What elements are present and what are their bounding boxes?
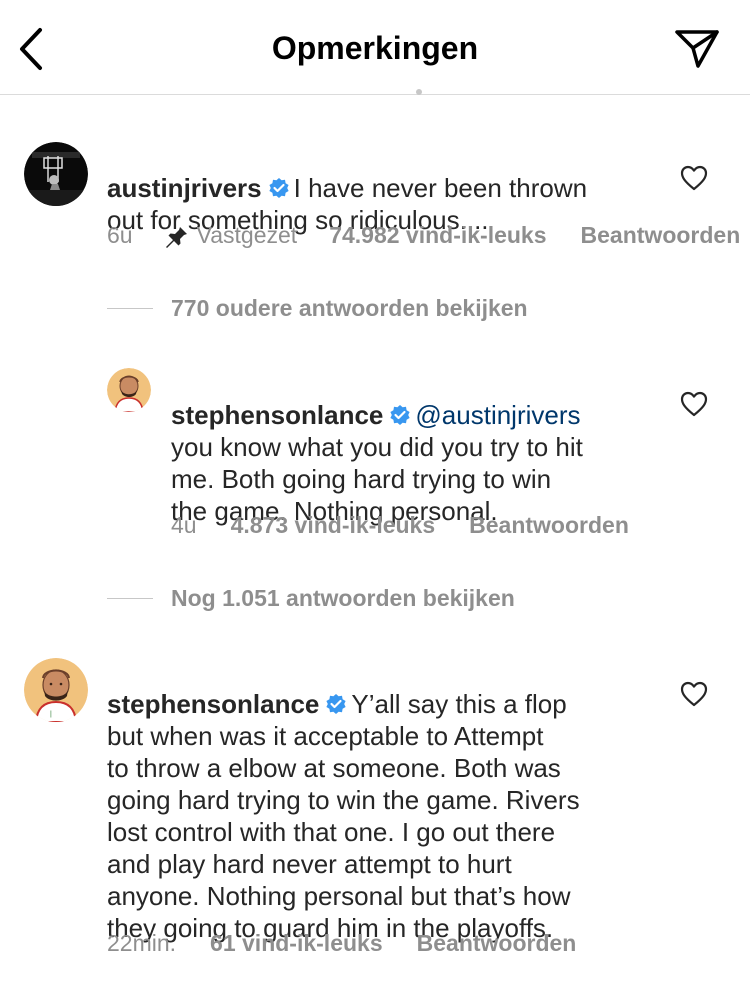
mention-link[interactable]: @austinjrivers: [415, 400, 580, 430]
like-button[interactable]: [680, 165, 708, 191]
comment-body: stephensonlance @austinjrivers you know w…: [171, 367, 671, 527]
comment-username[interactable]: stephensonlance: [171, 400, 383, 430]
avatar-image: [24, 142, 88, 206]
heart-icon: [680, 681, 708, 707]
pin-icon: [165, 224, 187, 248]
comment-time: 22min.: [107, 930, 177, 956]
verified-badge-icon: [268, 174, 290, 198]
view-replies-button[interactable]: 770 oudere antwoorden bekijken: [107, 295, 528, 322]
divider-line: [107, 308, 153, 309]
reply-button[interactable]: Beantwoorden: [417, 930, 577, 957]
share-button[interactable]: [674, 28, 720, 70]
heart-icon: [680, 391, 708, 417]
avatar[interactable]: |: [24, 658, 88, 722]
verified-badge-icon: [389, 401, 411, 425]
view-more-replies-button[interactable]: Nog 1.051 antwoorden bekijken: [107, 585, 515, 612]
comment-meta: 6u Vastgezet 74.982 vind-ik-leuks Beantw…: [107, 222, 740, 249]
comment-username[interactable]: austinjrivers: [107, 173, 262, 203]
scroll-indicator: [416, 89, 422, 95]
like-button[interactable]: [680, 681, 708, 707]
comment-username[interactable]: stephensonlance: [107, 689, 319, 719]
comment-time: 6u: [107, 222, 133, 248]
svg-text:|: |: [50, 711, 52, 718]
avatar-image: [107, 368, 151, 412]
view-replies-label: 770 oudere antwoorden bekijken: [171, 295, 528, 321]
view-replies-label: Nog 1.051 antwoorden bekijken: [171, 585, 515, 611]
comment-time: 4u: [171, 512, 197, 538]
page-title: Opmerkingen: [271, 30, 479, 66]
comment-meta: 22min. 61 vind-ik-leuks Beantwoorden: [107, 930, 576, 957]
heart-icon: [680, 165, 708, 191]
likes-count[interactable]: 4.873 vind-ik-leuks: [231, 512, 436, 539]
comment-meta: 4u 4.873 vind-ik-leuks Beantwoorden: [171, 512, 629, 539]
comments-screen: Opmerkingen austinjrivers I have never b…: [0, 0, 750, 984]
likes-count[interactable]: 61 vind-ik-leuks: [210, 930, 383, 957]
header: Opmerkingen: [0, 0, 750, 95]
comment-body: stephensonlance Y’all say this a flop but…: [107, 656, 677, 944]
comment-text: Y’all say this a flop but when was it ac…: [107, 689, 580, 943]
avatar-image: |: [24, 658, 88, 722]
avatar[interactable]: [24, 142, 88, 206]
divider-line: [107, 598, 153, 599]
paper-plane-icon: [675, 30, 719, 68]
likes-count[interactable]: 74.982 vind-ik-leuks: [329, 222, 546, 249]
pinned-label: Vastgezet: [196, 222, 298, 248]
avatar[interactable]: [107, 368, 151, 412]
reply-button[interactable]: Beantwoorden: [581, 222, 741, 249]
like-button[interactable]: [680, 391, 708, 417]
reply-button[interactable]: Beantwoorden: [469, 512, 629, 539]
verified-badge-icon: [325, 690, 347, 714]
